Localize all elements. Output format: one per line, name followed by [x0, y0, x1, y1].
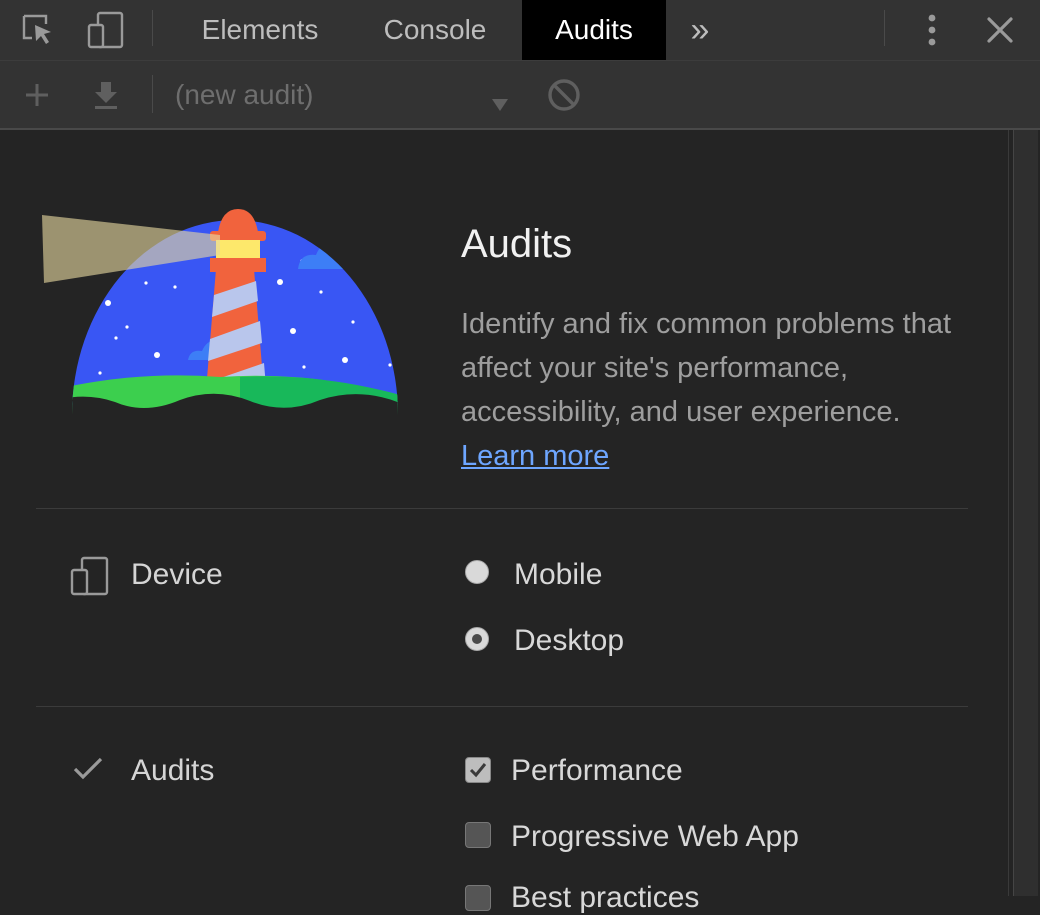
tab-elements[interactable]: Elements: [180, 0, 340, 60]
best-practices-label[interactable]: Best practices: [511, 881, 699, 915]
dropdown-caret-icon: [491, 87, 509, 119]
learn-more-link[interactable]: Learn more: [461, 440, 609, 472]
close-icon[interactable]: [972, 0, 1028, 60]
toolbar-separator: [152, 75, 153, 113]
description-text: Identify and fix common problems that af…: [461, 308, 952, 428]
mobile-radio[interactable]: [465, 560, 489, 584]
device-label: Device: [131, 558, 223, 591]
section-divider: [36, 706, 968, 707]
panel-scrollbar[interactable]: [1008, 130, 1040, 896]
desktop-radio[interactable]: [465, 627, 489, 651]
desktop-option-label[interactable]: Desktop: [514, 624, 624, 658]
tab-audits[interactable]: Audits: [522, 0, 666, 60]
pwa-label[interactable]: Progressive Web App: [511, 820, 799, 854]
page-description: Identify and fix common problems that af…: [461, 302, 971, 478]
download-report-icon[interactable]: [81, 61, 131, 128]
audit-select-value: (new audit): [175, 78, 314, 110]
inspect-element-icon[interactable]: [10, 0, 66, 60]
best-practices-checkbox[interactable]: [465, 885, 491, 911]
section-divider: [36, 508, 968, 509]
clear-all-icon[interactable]: [539, 61, 589, 128]
audit-report-select[interactable]: (new audit): [175, 61, 515, 128]
page-title: Audits: [461, 222, 573, 266]
performance-label[interactable]: Performance: [511, 754, 683, 788]
add-audit-icon[interactable]: [12, 61, 62, 128]
mobile-option-label[interactable]: Mobile: [514, 558, 602, 592]
pwa-checkbox[interactable]: [465, 822, 491, 848]
device-icon: [70, 556, 110, 601]
audits-toolbar: (new audit): [0, 61, 1040, 130]
performance-checkbox[interactable]: [465, 757, 491, 783]
more-tabs-chevron-icon[interactable]: »: [672, 0, 728, 60]
tabbar-separator-right: [884, 10, 885, 46]
scrollbar-thumb[interactable]: [1013, 130, 1038, 896]
device-toolbar-icon[interactable]: [78, 0, 134, 60]
devtools-tab-bar: Elements Console Audits »: [0, 0, 1040, 61]
audits-label: Audits: [131, 754, 215, 787]
checkmark-icon: [72, 756, 104, 787]
lighthouse-illustration: [40, 205, 400, 420]
tabbar-separator: [152, 10, 153, 46]
tab-console[interactable]: Console: [360, 0, 510, 60]
checkbox-check-icon: [469, 763, 487, 778]
kebab-menu-icon[interactable]: [904, 0, 960, 60]
